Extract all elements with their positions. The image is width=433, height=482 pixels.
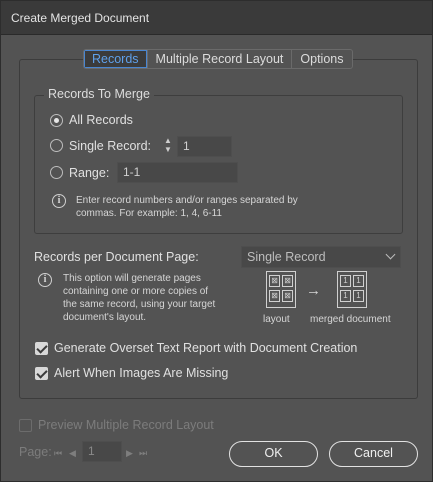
single-record-radio[interactable] [50, 139, 63, 152]
page-label: Page: [19, 445, 52, 459]
range-help-line: commas. For example: 1, 4, 6-11 [76, 208, 222, 219]
merged-cell: 1 [340, 290, 351, 302]
layout-cell: ⊠ [269, 275, 280, 287]
info-icon: i [52, 194, 66, 208]
dialog-title: Create Merged Document [11, 11, 150, 25]
merged-document-diagram-icon: 1 1 1 1 [337, 271, 367, 308]
spin-up-icon[interactable]: ▲ [161, 136, 175, 145]
records-per-page-dropdown[interactable]: Single Record [241, 246, 401, 268]
range-label: Range: [69, 166, 110, 180]
range-help-text: Enter record numbers and/or ranges separ… [76, 194, 298, 220]
merged-document-caption: merged document [310, 314, 391, 325]
records-to-merge-legend: Records To Merge [44, 87, 154, 101]
info-icon: i [38, 273, 52, 287]
range-input[interactable]: 1-1 [117, 162, 238, 183]
layout-diagram-icon: ⊠ ⊠ ⊠ ⊠ [266, 271, 296, 308]
spin-down-icon[interactable]: ▼ [161, 145, 175, 154]
per-page-help-text: This option will generate pages containi… [63, 272, 215, 324]
missing-images-label: Alert When Images Are Missing [54, 366, 229, 380]
all-records-label: All Records [69, 113, 133, 127]
layout-caption: layout [263, 314, 290, 325]
per-page-help-line: the same record, using your target [63, 299, 216, 310]
title-bar: Create Merged Document [1, 1, 432, 35]
records-per-page-value: Single Record [247, 250, 326, 264]
arrow-right-icon: → [306, 282, 321, 299]
layout-cell: ⊠ [282, 275, 293, 287]
per-page-help-line: document's layout. [63, 312, 147, 323]
page-number-input[interactable]: 1 [82, 441, 122, 462]
chevron-down-icon [385, 249, 396, 260]
merged-cell: 1 [353, 275, 364, 287]
per-page-help-line: containing one or more copies of [63, 286, 209, 297]
preview-checkbox[interactable] [19, 419, 32, 432]
next-page-icon[interactable]: ▶ [126, 448, 133, 459]
range-radio[interactable] [50, 166, 63, 179]
tab-bar: Records Multiple Record Layout Options [83, 49, 353, 69]
range-help-line: Enter record numbers and/or ranges separ… [76, 195, 298, 206]
overset-report-label: Generate Overset Text Report with Docume… [54, 341, 358, 355]
tab-multiple-record-layout[interactable]: Multiple Record Layout [148, 50, 293, 68]
all-records-radio[interactable] [50, 114, 63, 127]
single-record-input[interactable]: 1 [177, 136, 232, 157]
merged-cell: 1 [340, 275, 351, 287]
overset-report-checkbox[interactable] [35, 342, 48, 355]
layout-cell: ⊠ [282, 290, 293, 302]
single-record-label: Single Record: [69, 139, 151, 153]
preview-label: Preview Multiple Record Layout [38, 418, 214, 432]
tab-options[interactable]: Options [292, 50, 351, 68]
records-per-page-label: Records per Document Page: [34, 250, 199, 264]
first-page-icon[interactable]: ⏮ [54, 448, 62, 459]
create-merged-document-dialog: Create Merged Document Records Multiple … [0, 0, 433, 482]
single-record-stepper[interactable]: ▲ ▼ [161, 136, 175, 156]
layout-cell: ⊠ [269, 290, 280, 302]
missing-images-checkbox[interactable] [35, 367, 48, 380]
cancel-button[interactable]: Cancel [329, 441, 418, 467]
last-page-icon[interactable]: ⏭ [139, 448, 147, 459]
previous-page-icon[interactable]: ◀ [69, 448, 76, 459]
ok-button[interactable]: OK [229, 441, 318, 467]
tab-records[interactable]: Records [84, 50, 148, 68]
merged-cell: 1 [353, 290, 364, 302]
per-page-help-line: This option will generate pages [63, 273, 201, 284]
